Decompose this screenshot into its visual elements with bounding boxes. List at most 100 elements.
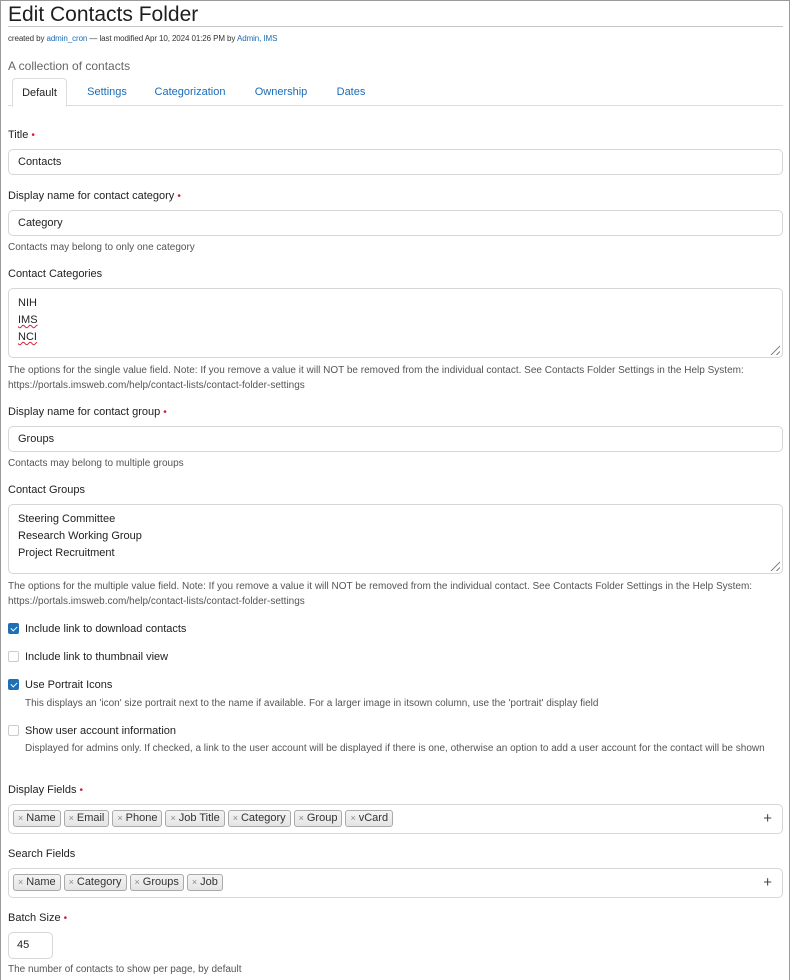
title-input[interactable]: Contacts <box>8 149 783 175</box>
batch-size-label: Batch Size • <box>8 912 67 924</box>
category-name-input[interactable]: Category <box>8 210 783 236</box>
add-field-icon[interactable]: + <box>763 810 772 828</box>
display-fields-label: Display Fields • <box>8 784 83 796</box>
tag-label: Category <box>240 812 286 824</box>
remove-tag-icon[interactable]: × <box>18 877 23 887</box>
search-fields-select[interactable]: × Name × Category × Groups × Job + <box>8 868 783 898</box>
batch-size-help: The number of contacts to show per page,… <box>8 964 242 975</box>
tag-label: Name <box>26 876 56 888</box>
tag-label: Job Title <box>178 812 220 824</box>
remove-tag-icon[interactable]: × <box>18 813 23 823</box>
contact-groups-label: Contact Groups <box>8 484 86 496</box>
remove-tag-icon[interactable]: × <box>299 813 304 823</box>
tag: × Job <box>186 874 223 891</box>
tag-label: Name <box>26 812 56 824</box>
checkbox-label: Include link to download contacts <box>25 623 187 635</box>
page-title: Edit Contacts Folder <box>8 0 783 27</box>
category-name-label: Display name for contact category • <box>8 190 181 202</box>
user-account-help: Displayed for admins only. If checked, a… <box>25 743 765 754</box>
tag-label: Category <box>76 876 122 888</box>
category-name-label-text: Display name for contact category <box>8 190 175 202</box>
byline-modified-text: — last modified Apr 10, 2024 01:26 PM by <box>89 34 236 43</box>
tag-label: Groups <box>142 876 179 888</box>
contact-categories-textarea[interactable]: NIH IMS NCI <box>8 288 783 358</box>
remove-tag-icon[interactable]: × <box>135 877 140 887</box>
checkbox-checked-icon[interactable] <box>8 623 19 634</box>
download-contacts-checkbox-row[interactable]: Include link to download contacts <box>8 622 186 636</box>
tag: × Category <box>63 874 127 891</box>
batch-size-label-text: Batch Size <box>8 912 61 924</box>
required-marker: • <box>63 913 68 924</box>
remove-tag-icon[interactable]: × <box>233 813 238 823</box>
remove-tag-icon[interactable]: × <box>192 877 197 887</box>
portrait-icons-help: This displays an 'icon' size portrait ne… <box>25 698 599 709</box>
tag: × Group <box>293 810 343 827</box>
tag: × Category <box>227 810 291 827</box>
required-marker: • <box>163 407 167 418</box>
tag-label: vCard <box>358 812 389 824</box>
tab-settings[interactable]: Settings <box>78 78 136 106</box>
edit-form-page: Edit Contacts Folder created by admin_cr… <box>8 0 783 107</box>
remove-tag-icon[interactable]: × <box>69 813 74 823</box>
modifier-link[interactable]: Admin, IMS <box>237 34 277 43</box>
tab-default[interactable]: Default <box>12 78 67 107</box>
group-line: Steering Committee <box>18 513 116 525</box>
required-marker: • <box>31 130 35 141</box>
required-marker: • <box>177 191 181 202</box>
thumbnail-view-checkbox-row[interactable]: Include link to thumbnail view <box>8 650 168 664</box>
group-name-label-text: Display name for contact group <box>8 406 161 418</box>
category-name-help: Contacts may belong to only one category <box>8 242 195 253</box>
group-name-input[interactable]: Groups <box>8 426 783 452</box>
category-line: IMS <box>18 312 773 329</box>
group-line: Research Working Group <box>18 530 142 542</box>
title-label: Title • <box>8 129 35 141</box>
add-field-icon[interactable]: + <box>763 874 772 892</box>
tab-bar: Default Settings Categorization Ownershi… <box>8 78 783 107</box>
contact-groups-help: The options for the multiple value field… <box>8 581 753 607</box>
category-line-text: NCI <box>18 331 37 343</box>
tab-ownership[interactable]: Ownership <box>248 78 314 106</box>
checkbox-unchecked-icon[interactable] <box>8 725 19 736</box>
creator-link[interactable]: admin_cron <box>46 34 87 43</box>
checkbox-unchecked-icon[interactable] <box>8 651 19 662</box>
user-account-checkbox-row[interactable]: Show user account information <box>8 724 176 738</box>
remove-tag-icon[interactable]: × <box>69 877 74 887</box>
contact-categories-label: Contact Categories <box>8 268 103 280</box>
checkbox-label: Use Portrait Icons <box>25 679 113 691</box>
category-line-text: IMS <box>18 314 38 326</box>
tag: × Job Title <box>165 810 225 827</box>
byline: created by admin_cron — last modified Ap… <box>8 34 783 44</box>
remove-tag-icon[interactable]: × <box>117 813 122 823</box>
batch-size-input[interactable]: 45 <box>8 932 53 959</box>
checkbox-label: Include link to thumbnail view <box>25 651 169 663</box>
tab-categorization[interactable]: Categorization <box>148 78 232 106</box>
tag-label: Group <box>306 812 338 824</box>
tag: × Name <box>13 810 61 827</box>
remove-tag-icon[interactable]: × <box>350 813 355 823</box>
group-name-help: Contacts may belong to multiple groups <box>8 458 184 469</box>
display-fields-label-text: Display Fields <box>8 784 77 796</box>
page-description: A collection of contacts <box>8 59 131 73</box>
remove-tag-icon[interactable]: × <box>170 813 175 823</box>
tab-dates[interactable]: Dates <box>328 78 374 106</box>
tag: × Email <box>63 810 110 827</box>
required-marker: • <box>79 785 83 796</box>
checkbox-checked-icon[interactable] <box>8 679 19 690</box>
tag: × vCard <box>345 810 394 827</box>
display-fields-select[interactable]: × Name × Email × Phone × Job Title × Category × Gro… <box>8 804 783 834</box>
tag: × Name <box>13 874 61 891</box>
title-label-text: Title <box>8 129 29 141</box>
tag: × Phone <box>112 810 163 827</box>
tag: × Groups <box>129 874 184 891</box>
tag-label: Phone <box>125 812 158 824</box>
search-fields-label: Search Fields <box>8 848 76 860</box>
contact-categories-help: The options for the single value field. … <box>8 365 744 391</box>
contact-groups-textarea[interactable]: Steering Committee Research Working Grou… <box>8 504 783 574</box>
portrait-icons-checkbox-row[interactable]: Use Portrait Icons <box>8 678 112 692</box>
tag-label: Email <box>76 812 105 824</box>
byline-created-prefix: created by <box>8 34 45 43</box>
group-name-label: Display name for contact group • <box>8 406 167 418</box>
tag-label: Job <box>200 876 218 888</box>
checkbox-label: Show user account information <box>25 725 177 737</box>
group-line: Project Recruitment <box>18 547 115 559</box>
